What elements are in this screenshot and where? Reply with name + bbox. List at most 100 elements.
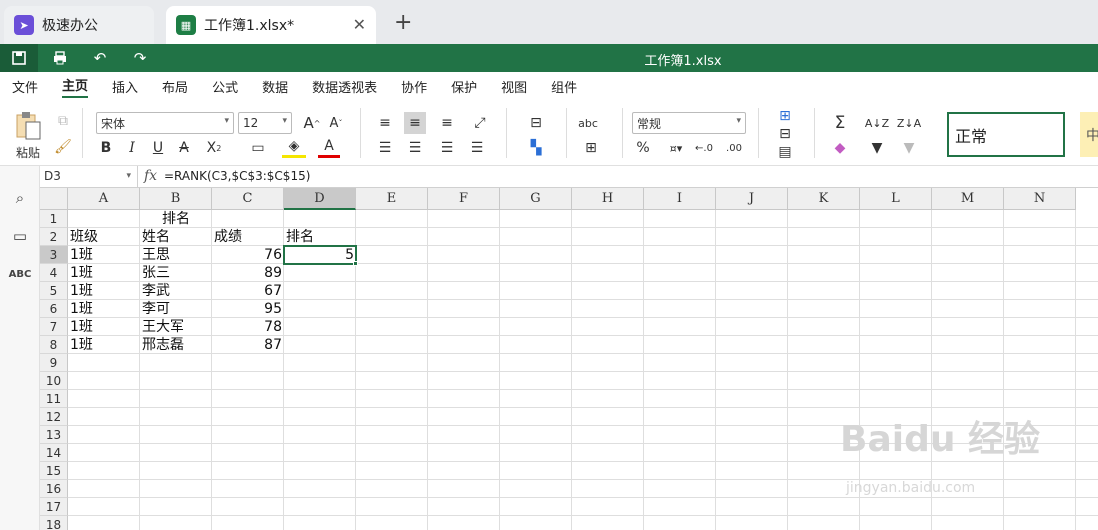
percent-icon[interactable]: % xyxy=(632,138,654,158)
cell-name[interactable]: 王思 xyxy=(142,246,170,264)
font-size-select[interactable]: 12 ▾ xyxy=(238,112,292,134)
insert-cells-icon[interactable]: ⊞ xyxy=(770,108,800,124)
close-icon[interactable]: ✕ xyxy=(353,15,366,34)
sort-ascending-icon[interactable]: A↓Z xyxy=(865,112,889,134)
cell-name[interactable]: 李可 xyxy=(142,300,170,318)
row-header-11[interactable]: 11 xyxy=(40,390,68,408)
format-cells-icon[interactable]: ▤ xyxy=(770,144,800,160)
row-header-12[interactable]: 12 xyxy=(40,408,68,426)
font-color-icon[interactable]: A xyxy=(318,136,340,158)
cell-class[interactable]: 1班 xyxy=(70,282,93,300)
tab-workbook[interactable]: ▦ 工作簿1.xlsx* ✕ xyxy=(166,6,376,44)
formula-input[interactable]: =RANK(C3,$C$3:$C$15) xyxy=(164,166,310,187)
menu-formula[interactable]: 公式 xyxy=(212,77,238,96)
row-header-3[interactable]: 3 xyxy=(40,246,68,264)
row-header-5[interactable]: 5 xyxy=(40,282,68,300)
menu-layout[interactable]: 布局 xyxy=(162,77,188,96)
number-format-select[interactable]: 常规 ▾ xyxy=(632,112,746,134)
align-top-icon[interactable]: ≡ xyxy=(374,112,396,134)
strikethrough-icon[interactable]: A xyxy=(174,138,194,158)
cell-title[interactable]: 排名 xyxy=(140,210,212,228)
decrease-decimal-icon[interactable]: ←.0 xyxy=(694,138,714,158)
search-icon[interactable]: ⌕ xyxy=(8,186,32,210)
column-header-h[interactable]: H xyxy=(572,188,644,210)
cell-name[interactable]: 张三 xyxy=(142,264,170,282)
row-header-1[interactable]: 1 xyxy=(40,210,68,228)
autosum-icon[interactable]: Σ xyxy=(826,112,854,134)
cell-style-normal[interactable]: 正常 xyxy=(947,112,1065,157)
menu-protect[interactable]: 保护 xyxy=(451,77,477,96)
row-header-14[interactable]: 14 xyxy=(40,444,68,462)
column-header-k[interactable]: K xyxy=(788,188,860,210)
select-all-corner[interactable] xyxy=(40,188,68,210)
wrap-text-icon[interactable]: ⊟ xyxy=(518,112,554,134)
cell-class[interactable]: 1班 xyxy=(70,336,93,354)
justify-icon[interactable]: ☰ xyxy=(466,138,488,158)
header-score[interactable]: 成绩 xyxy=(214,228,242,246)
italic-icon[interactable]: I xyxy=(122,138,142,158)
row-header-2[interactable]: 2 xyxy=(40,228,68,246)
row-header-9[interactable]: 9 xyxy=(40,354,68,372)
row-header-18[interactable]: 18 xyxy=(40,516,68,530)
text-orientation-icon[interactable]: ⤢ xyxy=(466,112,494,134)
header-name[interactable]: 姓名 xyxy=(142,228,170,246)
column-header-c[interactable]: C xyxy=(212,188,284,210)
comment-icon[interactable]: ▭ xyxy=(8,224,32,248)
menu-collaborate[interactable]: 协作 xyxy=(401,77,427,96)
cell-score[interactable]: 67 xyxy=(212,282,284,300)
fill-color-icon[interactable]: ◈ xyxy=(282,136,306,158)
cell-score[interactable]: 95 xyxy=(212,300,284,318)
menu-insert[interactable]: 插入 xyxy=(112,77,138,96)
decrease-font-icon[interactable]: Aˇ xyxy=(326,112,346,134)
header-rank[interactable]: 排名 xyxy=(286,228,314,246)
merge-cells-icon[interactable]: ▚ xyxy=(518,138,554,158)
align-center-icon[interactable]: ☰ xyxy=(404,138,426,158)
tab-jisu-office[interactable]: ➤ 极速办公 xyxy=(4,6,154,44)
row-header-7[interactable]: 7 xyxy=(40,318,68,336)
menu-view[interactable]: 视图 xyxy=(501,77,527,96)
row-header-10[interactable]: 10 xyxy=(40,372,68,390)
cell-class[interactable]: 1班 xyxy=(70,300,93,318)
column-header-m[interactable]: M xyxy=(932,188,1004,210)
sort-descending-icon[interactable]: Z↓A xyxy=(897,112,921,134)
column-header-b[interactable]: B xyxy=(140,188,212,210)
currency-icon[interactable]: ¤▾ xyxy=(664,138,688,158)
align-right-icon[interactable]: ☰ xyxy=(436,138,458,158)
insert-table-icon[interactable]: ⊞ xyxy=(576,138,606,158)
increase-decimal-icon[interactable]: .00 xyxy=(724,138,744,158)
clear-icon[interactable]: ◆ xyxy=(826,138,854,158)
underline-icon[interactable]: U xyxy=(148,138,168,158)
spellcheck-icon[interactable]: ABC xyxy=(8,262,32,286)
column-header-a[interactable]: A xyxy=(68,188,140,210)
cell-class[interactable]: 1班 xyxy=(70,246,93,264)
font-name-select[interactable]: 宋体 ▾ xyxy=(96,112,234,134)
row-header-6[interactable]: 6 xyxy=(40,300,68,318)
paste-icon[interactable] xyxy=(12,110,44,142)
cell-name[interactable]: 李武 xyxy=(142,282,170,300)
column-header-n[interactable]: N xyxy=(1004,188,1076,210)
name-box[interactable]: D3 ▾ xyxy=(40,166,138,187)
menu-components[interactable]: 组件 xyxy=(551,77,577,96)
align-left-icon[interactable]: ☰ xyxy=(374,138,396,158)
column-header-e[interactable]: E xyxy=(356,188,428,210)
column-header-l[interactable]: L xyxy=(860,188,932,210)
row-header-16[interactable]: 16 xyxy=(40,480,68,498)
format-painter-icon[interactable]: 🖌 xyxy=(54,138,72,156)
menu-data[interactable]: 数据 xyxy=(262,77,288,96)
column-header-d[interactable]: D xyxy=(284,188,356,210)
spell-check-icon[interactable]: abc xyxy=(576,112,600,134)
border-icon[interactable]: ▭ xyxy=(246,138,270,158)
copy-icon[interactable]: ⧉ xyxy=(54,112,72,130)
cell-name[interactable]: 邢志磊 xyxy=(142,336,184,354)
increase-font-icon[interactable]: A ^ xyxy=(302,112,322,134)
cell-class[interactable]: 1班 xyxy=(70,318,93,336)
row-header-13[interactable]: 13 xyxy=(40,426,68,444)
align-middle-icon[interactable]: ≡ xyxy=(404,112,426,134)
column-header-j[interactable]: J xyxy=(716,188,788,210)
menu-file[interactable]: 文件 xyxy=(12,77,38,96)
row-header-8[interactable]: 8 xyxy=(40,336,68,354)
row-header-17[interactable]: 17 xyxy=(40,498,68,516)
cell-score[interactable]: 87 xyxy=(212,336,284,354)
menu-pivot-table[interactable]: 数据透视表 xyxy=(312,77,377,96)
clear-filter-icon[interactable]: ▼ xyxy=(898,138,920,158)
